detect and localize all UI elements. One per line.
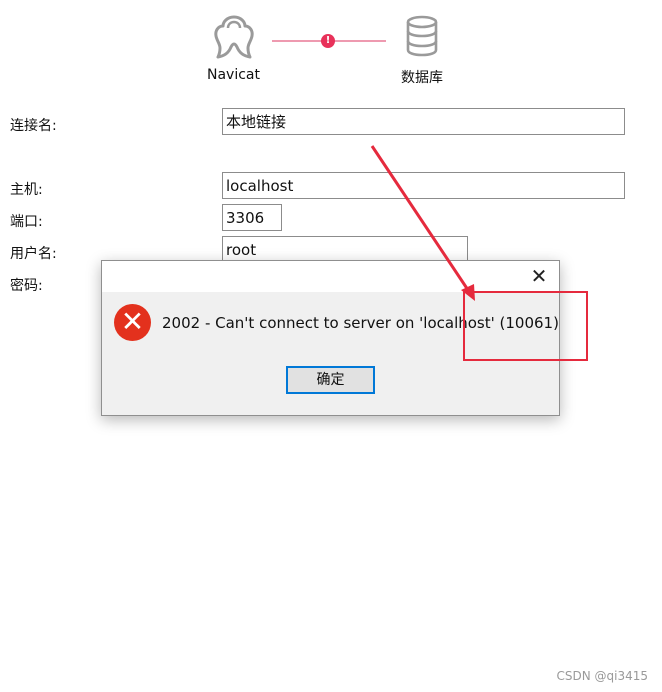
username-label: 用户名: <box>10 246 57 262</box>
password-label: 密码: <box>10 278 43 294</box>
host-field[interactable] <box>222 172 625 199</box>
database-icon <box>404 15 440 57</box>
port-label: 端口: <box>10 214 43 230</box>
username-field[interactable] <box>222 236 468 263</box>
connection-name-label: 连接名: <box>10 118 57 134</box>
connection-name-field[interactable] <box>222 108 625 135</box>
navicat-logo-icon <box>211 14 257 60</box>
annotation-highlight-box <box>463 291 588 361</box>
host-label: 主机: <box>10 182 43 198</box>
connection-status-icon: ! <box>321 34 335 48</box>
database-label: 数据库 <box>401 70 443 86</box>
navicat-label: Navicat <box>207 67 260 83</box>
watermark: CSDN @qi3415 <box>556 669 648 683</box>
ok-button[interactable]: 确定 <box>286 366 375 394</box>
close-icon[interactable]: ✕ <box>526 265 552 289</box>
dialog-titlebar <box>102 261 559 292</box>
error-icon: ✕ <box>114 304 151 341</box>
port-field[interactable] <box>222 204 282 231</box>
